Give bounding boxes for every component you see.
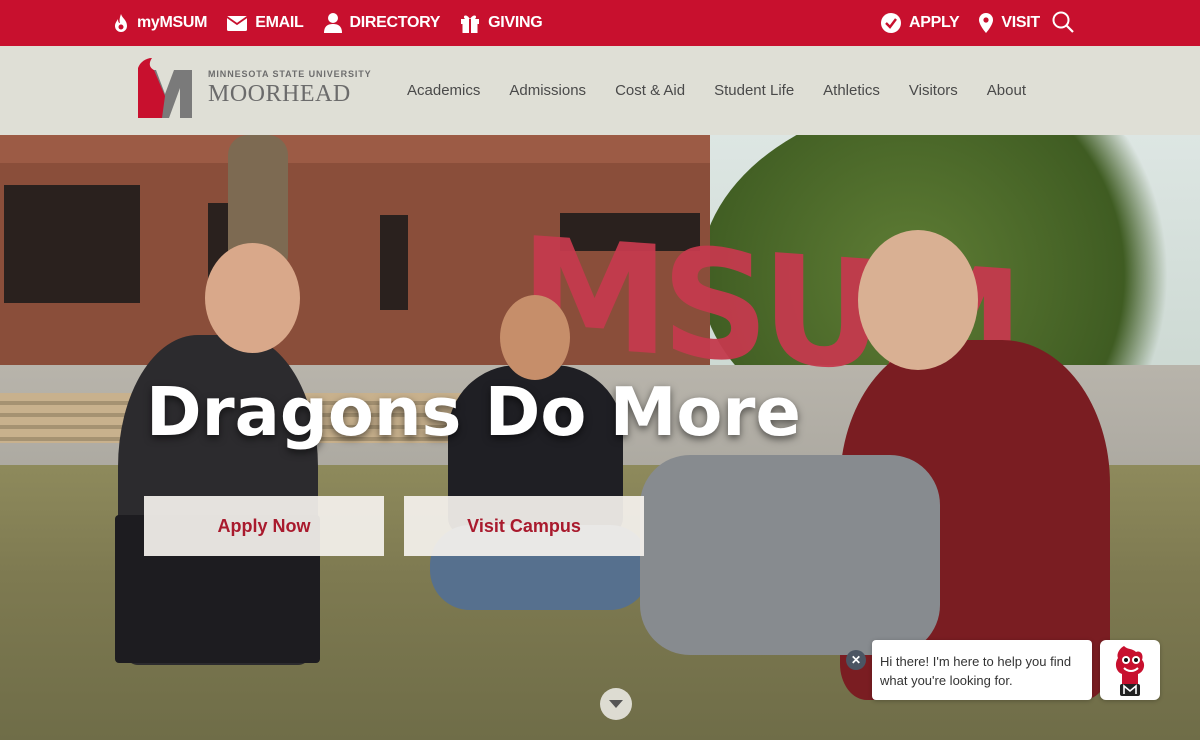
mymsum-label: myMSUM — [137, 14, 208, 31]
visit-label: VISIT — [1001, 14, 1040, 31]
chat-launcher-button[interactable] — [1100, 640, 1160, 700]
hero-title: Dragons Do More — [146, 373, 801, 451]
logo-university-line: MINNESOTA STATE UNIVERSITY — [208, 68, 372, 79]
chat-close-button[interactable]: ✕ — [846, 650, 866, 670]
building-window — [380, 215, 408, 310]
utility-links-left: myMSUM EMAIL DIRECTORY GIVING — [113, 0, 562, 46]
nav-academics[interactable]: Academics — [407, 82, 480, 99]
apply-label: APPLY — [909, 14, 960, 31]
person-icon — [323, 13, 342, 33]
nav-visitors[interactable]: Visitors — [909, 82, 958, 99]
directory-link[interactable]: DIRECTORY — [323, 13, 441, 33]
email-link[interactable]: EMAIL — [227, 14, 304, 32]
email-label: EMAIL — [255, 14, 304, 31]
visit-campus-button[interactable]: Visit Campus — [404, 496, 644, 556]
student-left-head — [205, 243, 300, 353]
chat-greeting-bubble[interactable]: Hi there! I'm here to help you find what… — [872, 640, 1092, 700]
checkmark-circle-icon — [881, 13, 901, 33]
main-navigation: MINNESOTA STATE UNIVERSITY MOORHEAD Acad… — [0, 46, 1200, 135]
utility-links-right: APPLY VISIT — [881, 0, 1060, 46]
mymsum-link[interactable]: myMSUM — [113, 13, 208, 33]
student-middle-head — [500, 295, 570, 380]
chevron-down-icon — [609, 700, 623, 708]
giving-label: GIVING — [488, 14, 543, 31]
gift-icon — [461, 15, 480, 33]
map-pin-icon — [979, 13, 994, 33]
search-button[interactable] — [1052, 11, 1076, 35]
search-icon — [1052, 11, 1074, 33]
apply-now-button[interactable]: Apply Now — [144, 496, 384, 556]
nav-admissions[interactable]: Admissions — [509, 82, 586, 99]
building-window — [4, 185, 140, 303]
msum-logo[interactable]: MINNESOTA STATE UNIVERSITY MOORHEAD — [136, 56, 372, 120]
nav-about[interactable]: About — [987, 82, 1026, 99]
nav-menu: Academics Admissions Cost & Aid Student … — [407, 46, 1055, 135]
directory-label: DIRECTORY — [349, 14, 441, 31]
apply-link[interactable]: APPLY — [881, 13, 960, 33]
nav-student-life[interactable]: Student Life — [714, 82, 794, 99]
giving-link[interactable]: GIVING — [460, 13, 543, 33]
nav-athletics[interactable]: Athletics — [823, 82, 880, 99]
msum-m-logo-icon — [138, 58, 192, 118]
logo-moorhead-line: MOORHEAD — [208, 80, 351, 107]
visit-link[interactable]: VISIT — [979, 13, 1040, 33]
scroll-down-button[interactable] — [600, 688, 632, 720]
utility-bar: myMSUM EMAIL DIRECTORY GIVING APPLY VISI… — [0, 0, 1200, 46]
student-right-head — [858, 230, 978, 370]
student-right-legs — [640, 455, 940, 655]
nav-cost-aid[interactable]: Cost & Aid — [615, 82, 685, 99]
dragon-mascot-icon — [1115, 646, 1145, 696]
flame-icon — [115, 14, 127, 32]
envelope-icon — [227, 15, 248, 31]
